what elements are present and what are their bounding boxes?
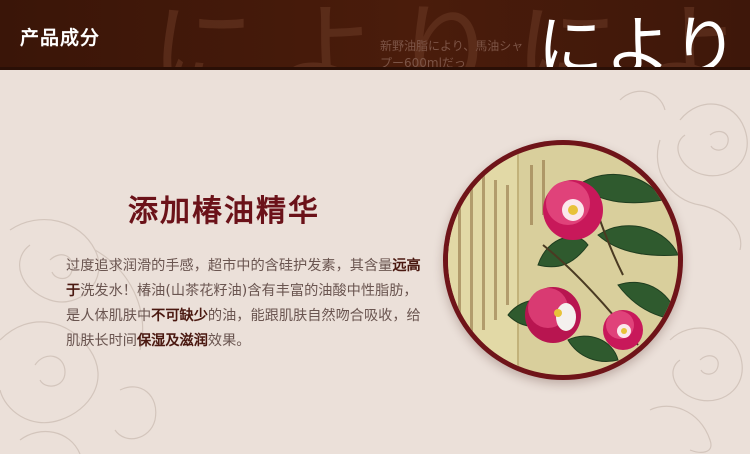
body-text-emphasis: 不可缺少 — [151, 308, 208, 324]
body-text-segment: 过度追求润滑的手感，超市中的含硅护发素，其含量 — [66, 258, 393, 274]
header-divider — [0, 67, 750, 70]
header-caption: 新野油脂により、馬油シャ プー600mlだっ — [380, 38, 523, 70]
camellia-flower — [603, 310, 643, 350]
camellia-illustration — [448, 145, 678, 375]
body-text-segment: 效果。 — [207, 333, 251, 349]
camellia-photo — [448, 145, 678, 375]
header-banner: によりによ 产品成分 新野油脂により、馬油シャ プー600mlだっ により — [0, 0, 750, 70]
section-heading: 添加椿油精华 — [128, 194, 320, 229]
section-body-text: 过度追求润滑的手感，超市中的含硅护发素，其含量远高于洗发水！椿油(山茶花籽油)含… — [66, 254, 426, 354]
header-caption-line-1: 新野油脂により、馬油シャ — [380, 39, 524, 53]
camellia-photo-frame — [443, 140, 683, 380]
brand-logo-text: により — [537, 9, 740, 70]
camellia-flower — [525, 287, 581, 343]
body-text-emphasis: 保湿及滋润 — [136, 333, 208, 349]
camellia-flower — [543, 180, 603, 240]
header-title: 产品成分 — [20, 27, 101, 49]
